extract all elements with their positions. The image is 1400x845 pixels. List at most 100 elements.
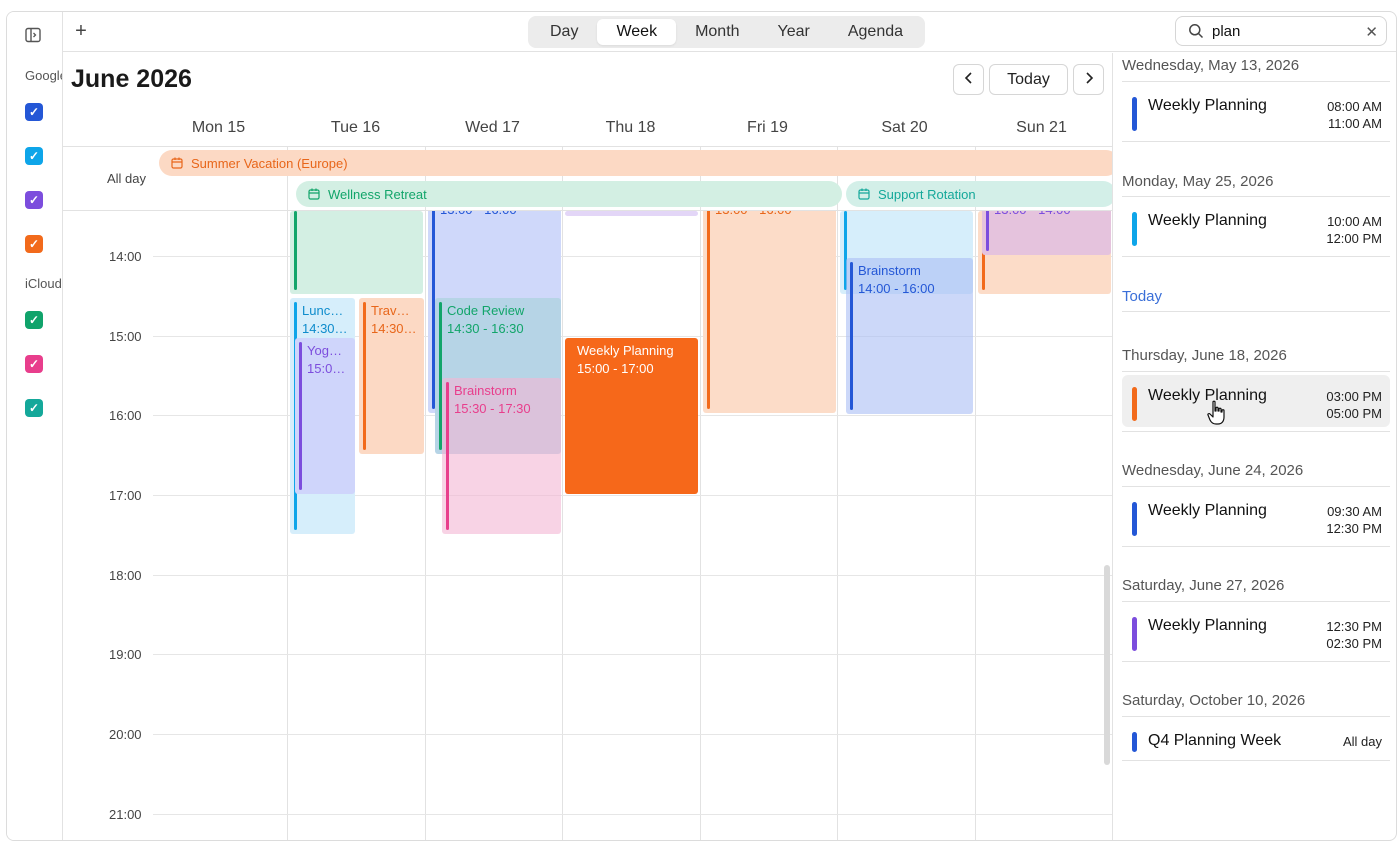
calendar-event-sun-purple[interactable]: 13:00 - 14:00 bbox=[982, 211, 1111, 255]
result-date-heading: Saturday, June 27, 2026 bbox=[1122, 577, 1285, 594]
event-color-bar bbox=[850, 262, 853, 410]
day-header-mon[interactable]: Mon 15 bbox=[150, 119, 287, 137]
previous-week-button[interactable] bbox=[953, 64, 984, 95]
column-divider bbox=[562, 211, 563, 840]
checkmark-icon: ✓ bbox=[28, 237, 40, 251]
next-week-button[interactable] bbox=[1073, 64, 1104, 95]
calendar-list-sidebar: Google ✓ ✓ ✓ ✓ iCloud ✓ ✓ ✓ bbox=[7, 12, 63, 840]
day-header-wed[interactable]: Wed 17 bbox=[424, 119, 561, 137]
result-start-time: 12:30 PM bbox=[1326, 619, 1382, 634]
calendar-checkbox-google-4[interactable]: ✓ bbox=[25, 235, 43, 253]
hour-line bbox=[153, 734, 1112, 735]
result-date-heading: Wednesday, June 24, 2026 bbox=[1122, 462, 1304, 479]
week-view: June 2026 Today Mon 15 Tue 16 Wed 17 Thu… bbox=[63, 53, 1113, 840]
tab-agenda[interactable]: Agenda bbox=[829, 19, 922, 45]
result-start-time: 10:00 AM bbox=[1327, 214, 1382, 229]
hour-line bbox=[153, 575, 1112, 576]
result-divider bbox=[1122, 311, 1390, 312]
result-end-time: 12:30 PM bbox=[1326, 521, 1382, 536]
event-title: Brainstorm bbox=[454, 383, 517, 398]
search-results-panel: Wednesday, May 13, 2026 Weekly Planning … bbox=[1114, 53, 1396, 840]
result-divider bbox=[1122, 256, 1390, 257]
tab-month[interactable]: Month bbox=[676, 19, 758, 45]
result-divider bbox=[1122, 371, 1390, 372]
all-day-event-summer-vacation[interactable]: Summer Vacation (Europe) bbox=[159, 150, 1112, 176]
day-header-sun[interactable]: Sun 21 bbox=[973, 119, 1110, 137]
result-start-time: 08:00 AM bbox=[1327, 99, 1382, 114]
calendar-group-google: Google bbox=[25, 68, 63, 83]
tab-year[interactable]: Year bbox=[759, 19, 829, 45]
add-event-button[interactable]: + bbox=[69, 19, 93, 43]
result-divider bbox=[1122, 661, 1390, 662]
calendar-event-brainstorm-sat[interactable]: Brainstorm 14:00 - 16:00 bbox=[846, 258, 973, 414]
calendar-event-thu-purple[interactable] bbox=[565, 211, 698, 216]
event-color-bar bbox=[986, 211, 989, 251]
calendar-event-weekly-planning[interactable]: Weekly Planning 15:00 - 17:00 bbox=[565, 338, 698, 494]
all-day-event-wellness-retreat[interactable]: Wellness Retreat bbox=[296, 181, 842, 207]
calendar-checkbox-google-1[interactable]: ✓ bbox=[25, 103, 43, 121]
all-day-event-support-rotation[interactable]: Support Rotation bbox=[846, 181, 1112, 207]
calendar-checkbox-google-3[interactable]: ✓ bbox=[25, 191, 43, 209]
result-color-bar bbox=[1132, 97, 1137, 131]
calendar-checkbox-icloud-3[interactable]: ✓ bbox=[25, 399, 43, 417]
result-divider bbox=[1122, 141, 1390, 142]
today-marker: Today bbox=[1122, 288, 1163, 305]
search-result-item[interactable]: Weekly Planning 08:00 AM 11:00 AM bbox=[1122, 85, 1390, 137]
today-button[interactable]: Today bbox=[989, 64, 1068, 95]
search-result-item[interactable]: Weekly Planning 03:00 PM 05:00 PM bbox=[1122, 375, 1390, 427]
calendar-event-travel[interactable]: Trav… 14:30… bbox=[359, 298, 424, 454]
result-divider bbox=[1122, 486, 1390, 487]
hour-label: 15:00 bbox=[109, 329, 142, 344]
checkmark-icon: ✓ bbox=[28, 313, 40, 327]
calendar-checkbox-icloud-2[interactable]: ✓ bbox=[25, 355, 43, 373]
event-title: Weekly Planning bbox=[577, 343, 674, 358]
result-color-bar bbox=[1132, 732, 1137, 752]
search-result-item[interactable]: Weekly Planning 10:00 AM 12:00 PM bbox=[1122, 200, 1390, 252]
result-title: Weekly Planning bbox=[1148, 97, 1267, 114]
event-color-bar bbox=[707, 211, 710, 409]
search-result-item[interactable]: Weekly Planning 12:30 PM 02:30 PM bbox=[1122, 605, 1390, 657]
calendar-checkbox-google-2[interactable]: ✓ bbox=[25, 147, 43, 165]
calendar-event-tue-green[interactable] bbox=[290, 211, 423, 294]
vertical-scrollbar[interactable] bbox=[1104, 565, 1110, 765]
hour-label: 20:00 bbox=[109, 727, 142, 742]
day-header-sat[interactable]: Sat 20 bbox=[836, 119, 973, 137]
day-header-fri[interactable]: Fri 19 bbox=[699, 119, 836, 137]
result-end-time: 02:30 PM bbox=[1326, 636, 1382, 651]
chevron-right-icon bbox=[1084, 71, 1094, 89]
event-time: 15:0… bbox=[307, 361, 346, 376]
calendar-icon bbox=[308, 188, 320, 200]
search-result-item[interactable]: Q4 Planning Week All day bbox=[1122, 720, 1390, 772]
calendar-checkbox-icloud-1[interactable]: ✓ bbox=[25, 311, 43, 329]
day-header-thu[interactable]: Thu 18 bbox=[562, 119, 699, 137]
result-title: Weekly Planning bbox=[1148, 212, 1267, 229]
result-color-bar bbox=[1132, 502, 1137, 536]
tab-day[interactable]: Day bbox=[531, 19, 597, 45]
result-divider bbox=[1122, 546, 1390, 547]
event-time: 14:30 - 16:30 bbox=[447, 321, 524, 336]
checkmark-icon: ✓ bbox=[28, 105, 40, 119]
all-day-event-title: Summer Vacation (Europe) bbox=[191, 155, 348, 171]
day-header-tue[interactable]: Tue 16 bbox=[287, 119, 424, 137]
calendar-event-yoga[interactable]: Yog… 15:0… bbox=[295, 338, 355, 494]
checkmark-icon: ✓ bbox=[28, 149, 40, 163]
hour-label: 16:00 bbox=[109, 408, 142, 423]
tab-week[interactable]: Week bbox=[597, 19, 677, 45]
event-time: 14:30… bbox=[371, 321, 417, 336]
clear-search-icon[interactable]: ✕ bbox=[1365, 23, 1378, 41]
result-end-time: 05:00 PM bbox=[1326, 406, 1382, 421]
event-time: 14:30… bbox=[302, 321, 348, 336]
toggle-sidebar-button[interactable] bbox=[22, 24, 44, 46]
result-date-heading: Monday, May 25, 2026 bbox=[1122, 173, 1274, 190]
column-divider bbox=[425, 211, 426, 840]
calendar-event-brainstorm-wed[interactable]: Brainstorm 15:30 - 17:30 bbox=[442, 378, 561, 534]
search-result-item[interactable]: Weekly Planning 09:30 AM 12:30 PM bbox=[1122, 490, 1390, 542]
calendar-event-fri-orange[interactable]: 13:00 - 16:00 bbox=[703, 211, 836, 413]
search-input[interactable] bbox=[1212, 22, 1352, 40]
hour-label: 14:00 bbox=[109, 249, 142, 264]
hour-label: 21:00 bbox=[109, 807, 142, 822]
time-grid: 14:00 15:00 16:00 17:00 18:00 19:00 20:0… bbox=[63, 211, 1112, 840]
event-time: 15:00 - 17:00 bbox=[577, 361, 654, 376]
event-time: 13:00 - 14:00 bbox=[994, 211, 1109, 219]
result-end-time: 11:00 AM bbox=[1328, 116, 1382, 131]
